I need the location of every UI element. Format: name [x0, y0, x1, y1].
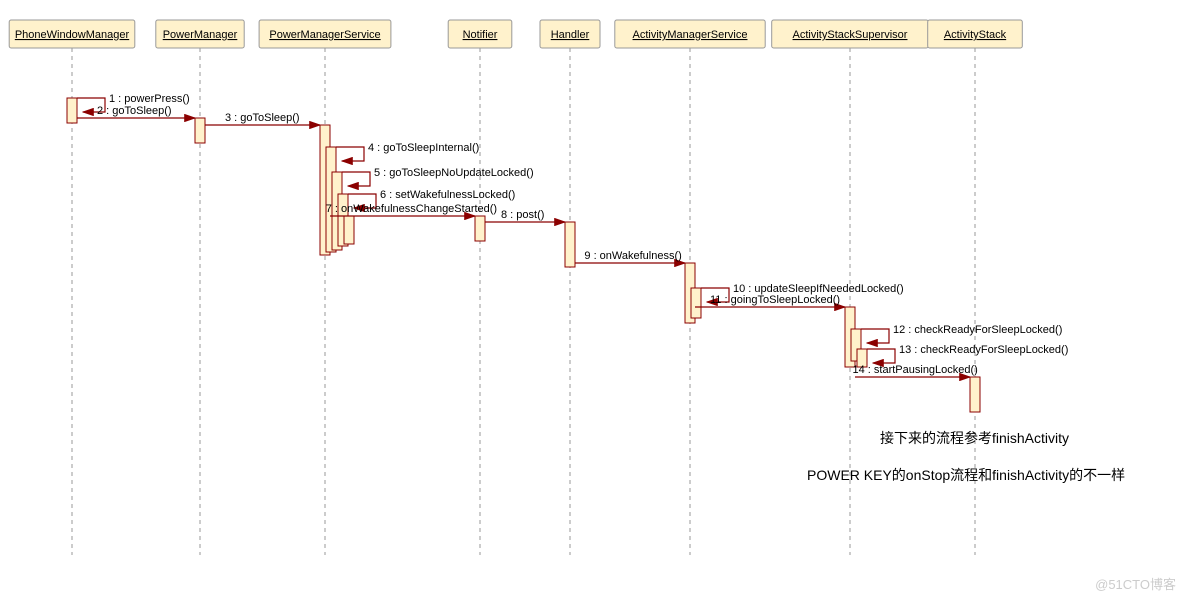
activation-0: [67, 98, 77, 123]
message-12: [861, 329, 889, 343]
message-label-1: 1 : powerPress(): [109, 93, 190, 105]
activation-6: [344, 216, 354, 244]
activation-7: [475, 216, 485, 241]
note-1: POWER KEY的onStop流程和finishActivity的不一样: [807, 467, 1125, 483]
message-5: [342, 172, 370, 186]
activation-8: [565, 222, 575, 267]
message-label-4: 4 : goToSleepInternal(): [368, 142, 479, 154]
message-label-8: 8 : post(): [501, 209, 544, 221]
message-label-6: 6 : setWakefulnessLocked(): [380, 189, 515, 201]
message-label-14: 14 : startPausingLocked(): [853, 364, 978, 376]
message-label-5: 5 : goToSleepNoUpdateLocked(): [374, 167, 534, 179]
message-label-11: 11 : goingToSleepLocked(): [710, 294, 840, 306]
message-label-12: 12 : checkReadyForSleepLocked(): [893, 324, 1062, 336]
participant-label-pwm: PhoneWindowManager: [15, 29, 130, 41]
participant-label-not: Notifier: [463, 29, 498, 41]
activation-1: [195, 118, 205, 143]
activation-14: [970, 377, 980, 412]
message-label-2: 2 : goToSleep(): [97, 105, 172, 117]
participant-label-as: ActivityStack: [944, 29, 1007, 41]
participant-label-ass: ActivityStackSupervisor: [793, 29, 908, 41]
message-label-13: 13 : checkReadyForSleepLocked(): [899, 344, 1068, 356]
message-4: [336, 147, 364, 161]
participant-label-ams: ActivityManagerService: [633, 29, 748, 41]
participant-label-pm: PowerManager: [163, 29, 238, 41]
activation-10: [691, 288, 701, 318]
message-label-3: 3 : goToSleep(): [225, 112, 300, 124]
note-0: 接下来的流程参考finishActivity: [880, 430, 1069, 446]
participant-label-hdl: Handler: [551, 29, 590, 41]
message-13: [867, 349, 895, 363]
watermark: @51CTO博客: [1095, 574, 1176, 593]
message-label-7: 7 : onWakefulnessChangeStarted(): [326, 203, 497, 215]
message-label-9: 9 : onWakefulness(): [584, 250, 681, 262]
participant-label-pms: PowerManagerService: [269, 29, 380, 41]
